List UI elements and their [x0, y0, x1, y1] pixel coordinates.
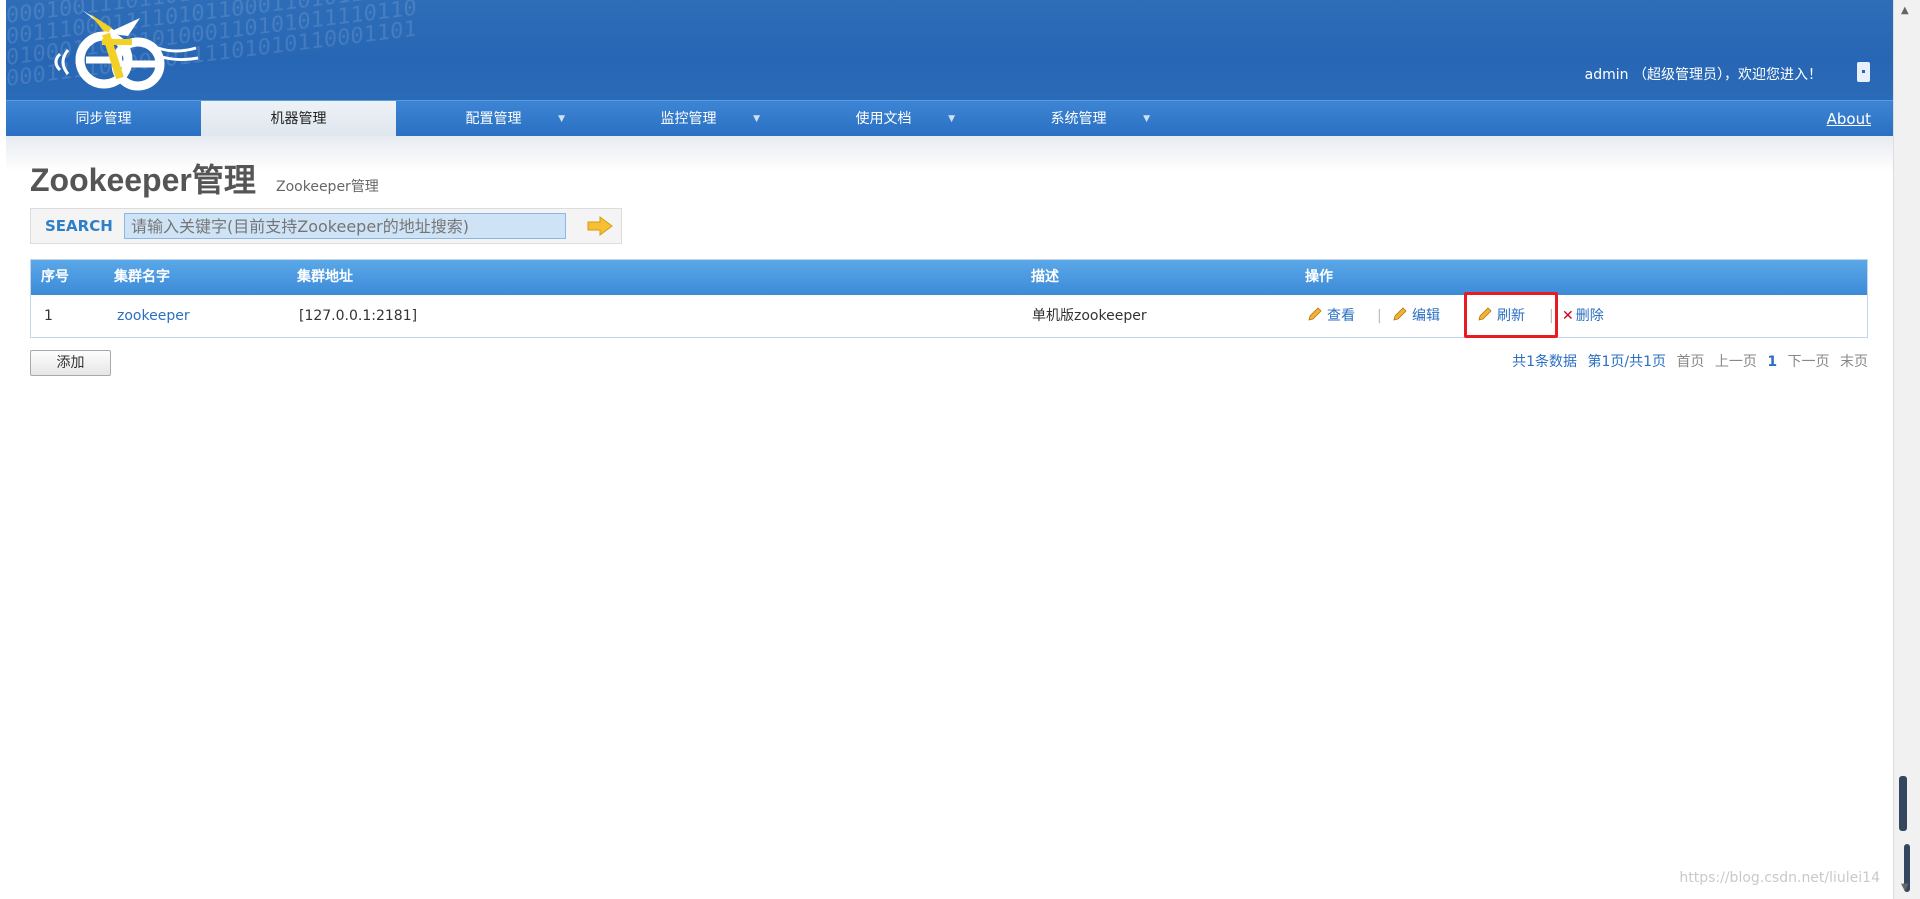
main-nav: 同步管理 机器管理 配置管理 ▼ 监控管理 ▼ 使用文档 ▼ 系统管理 ▼ Ab… — [6, 100, 1894, 139]
nav-item-config[interactable]: 配置管理 ▼ — [396, 101, 591, 139]
pager-prev[interactable]: 上一页 — [1715, 354, 1757, 370]
column-header-name: 集群名字 — [114, 269, 170, 285]
nav-item-sync[interactable]: 同步管理 — [6, 101, 201, 139]
page-breadcrumb: Zookeeper管理 — [276, 179, 379, 195]
search-label: SEARCH — [45, 217, 113, 235]
view-action[interactable]: 查看 — [1307, 295, 1355, 337]
pager-page-info: 第1页/共1页 — [1587, 354, 1666, 370]
table-header: 序号 集群名字 集群地址 描述 操作 — [31, 260, 1867, 295]
nav-item-label: 监控管理 — [660, 111, 717, 127]
logout-icon[interactable] — [1857, 62, 1870, 82]
scroll-up-icon[interactable]: ▲ — [1901, 5, 1909, 16]
pencil-icon — [1393, 307, 1407, 321]
cell-index: 1 — [44, 308, 53, 324]
column-header-actions: 操作 — [1305, 269, 1333, 285]
arrow-right-icon[interactable] — [587, 216, 613, 236]
edit-action[interactable]: 编辑 — [1392, 295, 1440, 337]
pager-last[interactable]: 末页 — [1840, 354, 1868, 370]
watermark-text: https://blog.csdn.net/liulei14 — [1679, 870, 1880, 886]
pencil-icon — [1308, 307, 1322, 321]
header-banner: 0001001110110101101000111010110 00111000… — [6, 0, 1894, 100]
pager-total: 共1条数据 — [1512, 354, 1577, 370]
nav-item-label: 系统管理 — [1050, 111, 1107, 127]
scrollbar-thumb[interactable] — [1899, 776, 1907, 831]
nav-item-machine[interactable]: 机器管理 — [201, 101, 396, 137]
action-separator: | — [1377, 308, 1382, 324]
cell-address: [127.0.0.1:2181] — [299, 308, 418, 324]
nav-item-label: 配置管理 — [465, 111, 522, 127]
edit-link[interactable]: 编辑 — [1412, 308, 1440, 324]
zookeeper-table: 序号 集群名字 集群地址 描述 操作 1 zookeeper [127.0.0.… — [30, 259, 1868, 338]
delete-action[interactable]: ✕ 删除 — [1562, 295, 1604, 337]
scroll-down-icon[interactable]: ▼ — [1901, 882, 1909, 893]
delete-link[interactable]: 删除 — [1576, 308, 1604, 324]
table-row: 1 zookeeper [127.0.0.1:2181] 单机版zookeepe… — [31, 292, 1867, 338]
chevron-down-icon: ▼ — [948, 114, 955, 124]
delete-icon: ✕ — [1562, 308, 1574, 324]
cell-description: 单机版zookeeper — [1032, 308, 1147, 324]
nav-item-monitor[interactable]: 监控管理 ▼ — [591, 101, 786, 139]
scrollbar[interactable]: ▲ ▼ — [1893, 0, 1920, 899]
pager-first[interactable]: 首页 — [1676, 354, 1704, 370]
pencil-icon — [1478, 307, 1492, 321]
column-header-description: 描述 — [1031, 269, 1059, 285]
about-link[interactable]: About — [1827, 101, 1871, 137]
column-header-index: 序号 — [41, 269, 69, 285]
subnav-bar — [6, 136, 1894, 172]
user-welcome-text: admin （超级管理员），欢迎您进入！ — [1584, 67, 1822, 83]
refresh-action[interactable]: 刷新 — [1477, 295, 1525, 337]
search-bar: SEARCH — [30, 208, 622, 244]
pagination: 共1条数据 第1页/共1页 首页 上一页 1 下一页 末页 — [1506, 351, 1868, 371]
nav-item-label: 使用文档 — [855, 111, 912, 127]
search-input[interactable] — [124, 213, 566, 239]
column-header-address: 集群地址 — [297, 269, 353, 285]
chevron-down-icon: ▼ — [1143, 114, 1150, 124]
nav-item-docs[interactable]: 使用文档 ▼ — [786, 101, 981, 139]
add-button[interactable]: 添加 — [30, 350, 111, 376]
chevron-down-icon: ▼ — [558, 114, 565, 124]
refresh-link[interactable]: 刷新 — [1497, 308, 1525, 324]
action-separator: | — [1549, 308, 1554, 324]
page-title: Zookeeper管理 — [30, 162, 256, 198]
logo-icon — [54, 10, 199, 91]
nav-item-system[interactable]: 系统管理 ▼ — [981, 101, 1176, 139]
view-link[interactable]: 查看 — [1327, 308, 1355, 324]
pager-next[interactable]: 下一页 — [1788, 354, 1830, 370]
pager-current[interactable]: 1 — [1767, 354, 1777, 370]
nav-item-label: 机器管理 — [270, 111, 327, 127]
chevron-down-icon: ▼ — [753, 114, 760, 124]
cluster-name-link[interactable]: zookeeper — [117, 295, 190, 337]
nav-item-label: 同步管理 — [75, 111, 132, 127]
